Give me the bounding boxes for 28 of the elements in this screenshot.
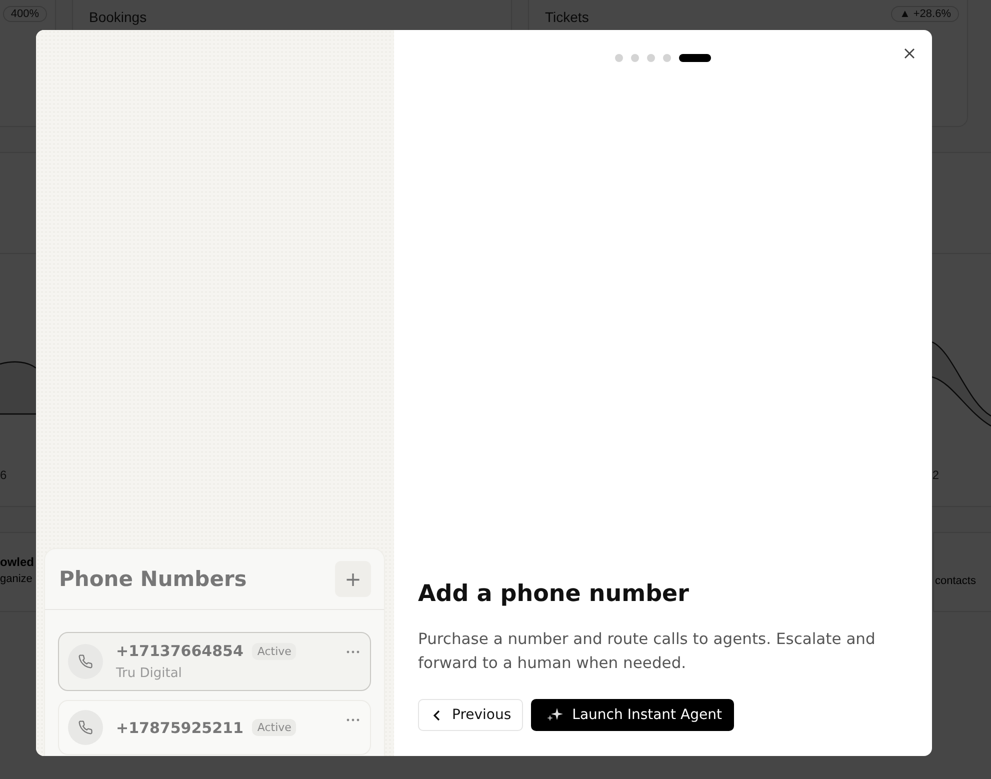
phone-number-item[interactable]: +17875925211 Active: [58, 700, 371, 755]
add-button[interactable]: +: [335, 561, 371, 597]
status-badge: Active: [252, 642, 296, 660]
previous-button[interactable]: Previous: [418, 699, 524, 731]
status-badge: Active: [252, 719, 296, 736]
panel-title: Phone Numbers: [59, 567, 247, 591]
close-button[interactable]: [904, 48, 915, 59]
phone-number: +17137664854: [116, 642, 244, 660]
launch-button[interactable]: Launch Instant Agent: [531, 699, 734, 731]
phone-number: +17875925211: [116, 718, 244, 736]
sparkle-icon: [546, 708, 564, 722]
card-title: Bookings: [89, 9, 147, 25]
phone-icon: [68, 644, 103, 679]
chevron-left-icon: [433, 710, 440, 720]
phone-icon: [68, 710, 103, 745]
card-title: Tickets: [545, 9, 589, 25]
phone-number-item[interactable]: +17137664854 Active Tru Digital: [58, 632, 371, 691]
carrier-name: Tru Digital: [116, 666, 183, 681]
dialog-description: Purchase a number and route calls to agents. Escalate and forward to a human when needed.: [418, 629, 876, 674]
more-icon[interactable]: [346, 650, 360, 654]
card-title: owled: [0, 555, 36, 569]
dialog-title: Add a phone number: [418, 581, 690, 607]
axis-label: 6: [0, 468, 7, 484]
axis-label: 2: [932, 468, 939, 484]
card-subtitle: contacts: [935, 575, 977, 587]
more-icon[interactable]: [346, 718, 360, 722]
card-subtitle: ganize: [0, 573, 34, 585]
step-indicator[interactable]: [679, 54, 711, 62]
